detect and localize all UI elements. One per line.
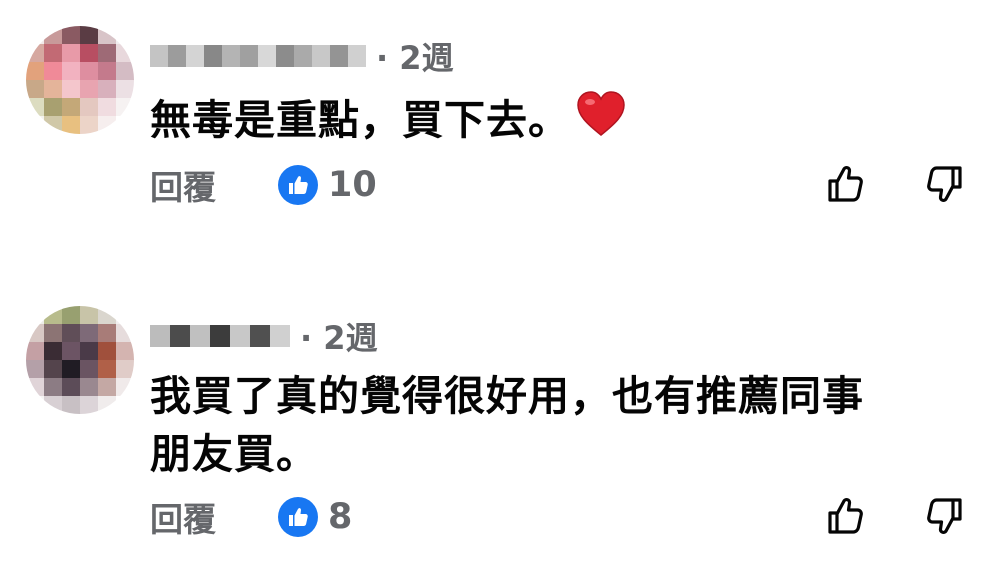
like-badge-icon (278, 165, 318, 205)
comment-header: · 2週 (150, 314, 378, 358)
comment-body: 無毒是重點，買下去。 (150, 96, 570, 144)
avatar[interactable] (26, 306, 134, 414)
reply-button[interactable]: 回覆 (150, 493, 216, 541)
like-summary[interactable]: 10 (278, 165, 377, 205)
thumbs-up-icon[interactable] (824, 494, 868, 538)
comment-text-line-2: 朋友買。 (150, 430, 318, 478)
timestamp[interactable]: · 2週 (376, 33, 454, 79)
author-name-redacted[interactable] (150, 321, 290, 351)
thumbs-down-icon[interactable] (922, 162, 966, 206)
like-badge-icon (278, 497, 318, 537)
reply-button[interactable]: 回覆 (150, 161, 216, 209)
like-count: 10 (328, 165, 377, 205)
thumbs-down-icon[interactable] (922, 494, 966, 538)
comment-actions: 回覆 8 (150, 492, 352, 542)
comment-header: · 2週 (150, 34, 454, 78)
comment-actions: 回覆 10 (150, 160, 377, 210)
comment-text: 無毒是重點，買下去。 (150, 86, 626, 157)
like-count: 8 (328, 497, 353, 537)
like-summary[interactable]: 8 (278, 497, 352, 537)
timestamp[interactable]: · 2週 (300, 313, 378, 359)
avatar[interactable] (26, 26, 134, 134)
thumbs-up-icon[interactable] (824, 162, 868, 206)
author-name-redacted[interactable] (150, 41, 366, 71)
heart-emoji-icon (576, 89, 626, 157)
